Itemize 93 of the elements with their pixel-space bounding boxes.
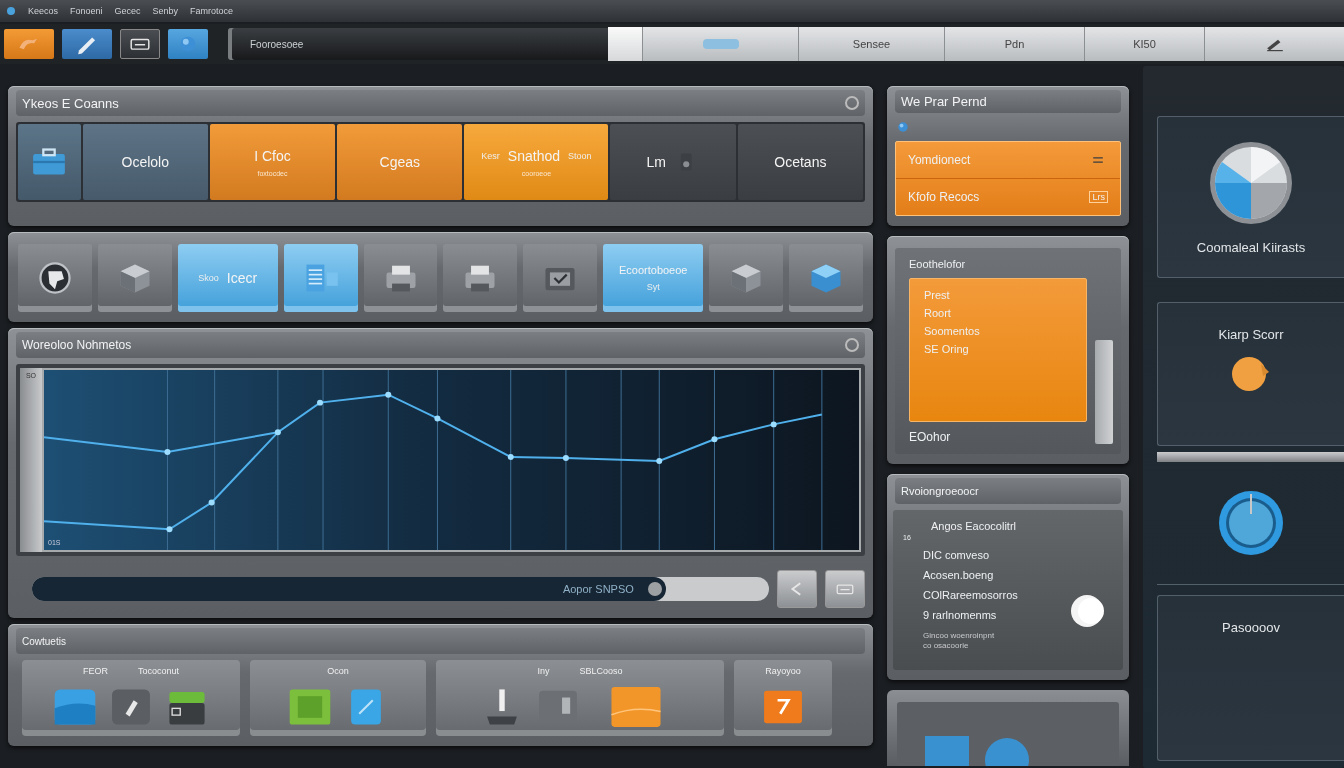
toolbar-button[interactable] bbox=[120, 29, 160, 59]
tile-label: Stoon bbox=[568, 150, 592, 161]
group-label: SBLCooso bbox=[579, 666, 623, 676]
menu-item[interactable]: Senby bbox=[152, 6, 179, 16]
tile-label: Kesr bbox=[481, 150, 500, 161]
pie-chart-icon bbox=[1208, 139, 1294, 226]
app-icon bbox=[6, 6, 16, 16]
group-label: Ocon bbox=[327, 666, 349, 676]
text-line: Prest bbox=[924, 289, 951, 301]
menu-item[interactable]: Gecec bbox=[114, 6, 141, 16]
icon-tile[interactable] bbox=[97, 244, 172, 312]
panel-title: We Prar Pernd bbox=[901, 94, 987, 109]
progress-label: Aopor SNPSO bbox=[562, 583, 634, 595]
power-knob-icon[interactable] bbox=[1217, 490, 1284, 556]
icon-tile[interactable] bbox=[283, 244, 358, 312]
tile-caption: Syt bbox=[646, 282, 660, 292]
options-icon[interactable] bbox=[845, 96, 859, 110]
search-field[interactable]: Fooroesoee bbox=[228, 28, 608, 60]
keyboard-button[interactable] bbox=[825, 570, 865, 608]
toggle-knob-icon[interactable] bbox=[1069, 594, 1107, 628]
note-text: Gincoo woenroinpnt bbox=[923, 631, 996, 640]
tile-label: Skoo bbox=[198, 273, 219, 283]
tile-label: Lm bbox=[646, 154, 666, 170]
text-line: SE Oring bbox=[924, 343, 970, 355]
settings-heading: Angos Eacocolitrl bbox=[930, 520, 1017, 532]
panel-title: Cowtuetis bbox=[22, 635, 66, 647]
panel-title: Rvoiongroeoocr bbox=[901, 485, 979, 497]
tile[interactable]: Ocelolo bbox=[82, 124, 208, 200]
menu-item[interactable]: Fonoeni bbox=[70, 6, 103, 16]
data-point bbox=[434, 415, 441, 422]
settings-item[interactable]: 9 rarlnomenms bbox=[903, 609, 1113, 621]
group-label: Iny bbox=[537, 666, 550, 676]
data-point bbox=[507, 454, 514, 460]
data-point bbox=[208, 499, 215, 506]
menu-item[interactable]: Famrotoce bbox=[190, 6, 234, 16]
data-point bbox=[164, 449, 171, 456]
tile-label: Cgeas bbox=[379, 154, 420, 170]
options-icon[interactable] bbox=[845, 338, 859, 352]
toolbar-button[interactable] bbox=[62, 29, 112, 59]
text-line: Soomentos bbox=[924, 325, 981, 337]
tile-label: Ocetans bbox=[774, 154, 827, 170]
data-point bbox=[711, 436, 718, 443]
knob-icon[interactable] bbox=[1231, 356, 1271, 392]
data-point bbox=[656, 458, 663, 464]
menu-item[interactable]: Keecos bbox=[28, 6, 59, 16]
card-label: Pasoooov bbox=[1222, 620, 1280, 635]
tile-label: Icecr bbox=[226, 270, 258, 286]
icon-tile[interactable] bbox=[523, 244, 598, 312]
settings-item[interactable]: COlRareemosorros bbox=[903, 589, 1113, 601]
icon-tile[interactable] bbox=[363, 244, 438, 312]
tile-label: I Cfoc bbox=[254, 147, 291, 164]
text-line: Roort bbox=[924, 307, 952, 319]
item-label: Yomdionect bbox=[908, 153, 971, 167]
tile-label: Snathod bbox=[507, 147, 560, 164]
tile[interactable] bbox=[18, 124, 81, 200]
panel-title: Woreoloo Nohmetos bbox=[22, 338, 132, 352]
footer-label: EOohor bbox=[909, 430, 952, 444]
settings-item[interactable]: DIC comveso bbox=[903, 549, 1113, 561]
back-button[interactable] bbox=[777, 570, 817, 608]
group-label: Tococonut bbox=[138, 666, 179, 676]
icon-tile[interactable] bbox=[709, 244, 784, 312]
data-point bbox=[166, 526, 173, 533]
tile-label: Ecoortoboeoe bbox=[618, 264, 688, 276]
settings-item[interactable]: Acosen.boeng bbox=[903, 569, 1113, 581]
status-icon bbox=[895, 119, 911, 135]
note-text: co osacoorie bbox=[923, 641, 970, 650]
toggle-button[interactable] bbox=[608, 27, 642, 61]
tile[interactable]: Ocetans bbox=[737, 124, 863, 200]
icon-tile[interactable] bbox=[789, 244, 863, 312]
group-label: Rayoyoo bbox=[765, 666, 801, 676]
data-point bbox=[770, 421, 777, 428]
group-label: FEOR bbox=[82, 666, 108, 676]
tile[interactable]: Lm bbox=[610, 124, 736, 200]
data-point bbox=[385, 391, 392, 398]
icon-tile[interactable] bbox=[443, 244, 518, 312]
segment-button[interactable]: Sensee bbox=[798, 27, 944, 61]
card-label: Coomaleal Kiirasts bbox=[1196, 239, 1306, 255]
data-point bbox=[562, 455, 569, 461]
segment-button[interactable]: Pdn bbox=[944, 27, 1084, 61]
item-badge: Lrs bbox=[1089, 191, 1108, 203]
panel-title: Ykeos E Coanns bbox=[22, 95, 119, 111]
tile-label: Ocelolo bbox=[121, 154, 169, 170]
slider-icon bbox=[702, 39, 739, 49]
icon-tile[interactable] bbox=[18, 244, 92, 312]
card-label: Kiarp Scorr bbox=[1218, 327, 1284, 342]
slider-track[interactable] bbox=[1157, 452, 1344, 462]
progress-bar[interactable]: Aopor SNPSO bbox=[32, 577, 769, 601]
item-label: Kfofo Recocs bbox=[908, 190, 980, 204]
panel-title: Eoothelofor bbox=[909, 258, 967, 270]
data-point bbox=[274, 429, 281, 436]
scrollbar[interactable] bbox=[1095, 340, 1113, 444]
data-point bbox=[317, 399, 324, 406]
segment-button[interactable]: KI50 bbox=[1084, 27, 1204, 61]
